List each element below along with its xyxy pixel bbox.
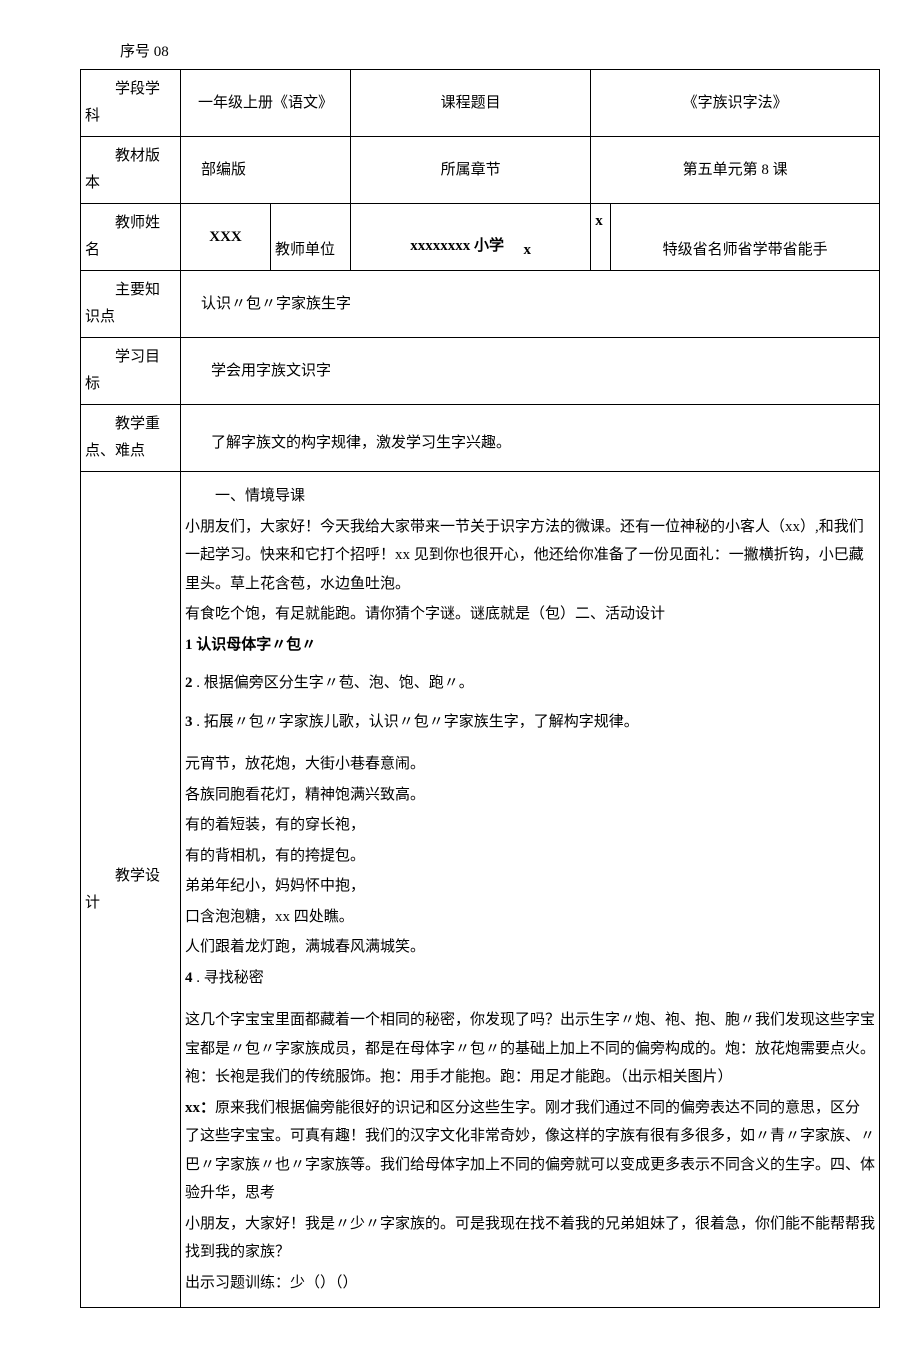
course-title-label: 课程题目 (351, 70, 591, 137)
poem-line: 人们跟着龙灯跑，满城春风满城笑。 (185, 933, 875, 962)
key-points-value: 认识〃包〃字家族生字 (181, 271, 880, 338)
teacher-name-value: XXX (181, 204, 271, 271)
paragraph: 有食吃个饱，有足就能跑。请你猜个字谜。谜底就是（包）二、活动设计 (185, 600, 875, 629)
table-row: 教学重 点、难点 了解字族文的构字规律，激发学习生字兴趣。 (81, 405, 880, 472)
chapter-value: 第五单元第 8 课 (591, 137, 880, 204)
subject-grade-label: 学段学 科 (81, 70, 181, 137)
textbook-version-value: 部编版 (181, 137, 351, 204)
table-row: 教学设 计 一、情境导课 小朋友们，大家好！今天我给大家带来一节关于识字方法的微… (81, 472, 880, 1308)
difficulty-value: 了解字族文的构字规律，激发学习生字兴趣。 (181, 405, 880, 472)
table-row: 教师姓 名 XXX 教师单位 xxxxxxxx 小学 x x 特级省名师省学带省… (81, 204, 880, 271)
teaching-design-label: 教学设 计 (81, 472, 181, 1308)
learning-goal-value: 学会用字族文识字 (181, 338, 880, 405)
serial-number: 序号 08 (40, 40, 880, 61)
table-row: 学段学 科 一年级上册《语文》 课程题目 《字族识字法》 (81, 70, 880, 137)
poem-line: 有的背相机，有的挎提包。 (185, 842, 875, 871)
list-item: 2 . 根据偏旁区分生字〃苞、泡、饱、跑〃。 (185, 669, 875, 698)
teacher-name-label: 教师姓 名 (81, 204, 181, 271)
paragraph: xx：原来我们根据偏旁能很好的识记和区分这些生字。刚才我们通过不同的偏旁表达不同… (185, 1094, 875, 1208)
chapter-label: 所属章节 (351, 137, 591, 204)
teacher-title-value: 特级省名师省学带省能手 (611, 204, 880, 271)
learning-goal-label: 学习目 标 (81, 338, 181, 405)
subject-grade-value: 一年级上册《语文》 (181, 70, 351, 137)
teaching-design-content: 一、情境导课 小朋友们，大家好！今天我给大家带来一节关于识字方法的微课。还有一位… (181, 472, 880, 1308)
list-item: 4 . 寻找秘密 (185, 964, 875, 993)
table-row: 学习目 标 学会用字族文识字 (81, 338, 880, 405)
table-row: 主要知 识点 认识〃包〃字家族生字 (81, 271, 880, 338)
list-item: 3 . 拓展〃包〃字家族儿歌，认识〃包〃字家族生字，了解构字规律。 (185, 708, 875, 737)
section-title: 一、情境导课 (185, 482, 875, 511)
paragraph: 小朋友，大家好！我是〃少〃字家族的。可是我现在找不着我的兄弟姐妹了，很着急，你们… (185, 1210, 875, 1267)
paragraph: 小朋友们，大家好！今天我给大家带来一节关于识字方法的微课。还有一位神秘的小客人（… (185, 513, 875, 599)
textbook-version-label: 教材版 本 (81, 137, 181, 204)
table-row: 教材版 本 部编版 所属章节 第五单元第 8 课 (81, 137, 880, 204)
key-points-label: 主要知 识点 (81, 271, 181, 338)
course-title-value: 《字族识字法》 (591, 70, 880, 137)
list-item: 1 认识母体字〃包〃 (185, 631, 875, 660)
teacher-unit-label: 教师单位 (271, 204, 351, 271)
poem-line: 弟弟年纪小，妈妈怀中抱， (185, 872, 875, 901)
lesson-plan-table: 学段学 科 一年级上册《语文》 课程题目 《字族识字法》 教材版 本 部编版 所… (80, 69, 880, 1308)
paragraph: 出示习题训练：少（）（） (185, 1269, 875, 1298)
poem-line: 有的着短装，有的穿长袍， (185, 811, 875, 840)
paragraph: 这几个字宝宝里面都藏着一个相同的秘密，你发现了吗？出示生字〃炮、袍、抱、胞〃我们… (185, 1006, 875, 1092)
poem-line: 各族同胞看花灯，精神饱满兴致高。 (185, 781, 875, 810)
poem-line: 口含泡泡糖，xx 四处瞧。 (185, 903, 875, 932)
x-mark-cell: x (591, 204, 611, 271)
difficulty-label: 教学重 点、难点 (81, 405, 181, 472)
poem-line: 元宵节，放花炮，大街小巷春意闹。 (185, 750, 875, 779)
teacher-unit-value: xxxxxxxx 小学 x (351, 204, 591, 271)
